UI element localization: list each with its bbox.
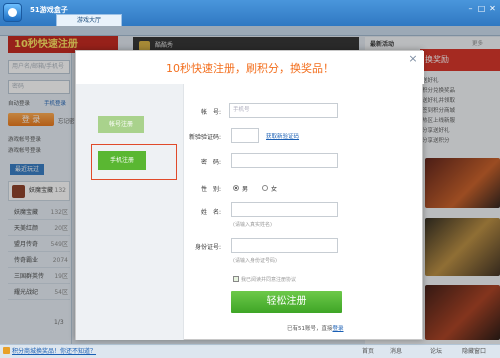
minimize-button[interactable]: – [466,4,475,13]
name-label: 姓 名: [200,209,221,216]
register-dialog: 10秒快速注册，刷积分，换奖品！ × 帐号注册 手机注册 帐 号: 手机号 新验… [75,50,424,340]
name-input[interactable] [231,202,338,217]
status-home[interactable]: 首页 [362,346,374,355]
status-hide-window[interactable]: 隐藏窗口 [462,346,486,355]
gender-label: 性 别: [200,186,221,193]
easy-register-button[interactable]: 轻松注册 [231,291,342,313]
id-hint: (请输入身份证号码) [233,258,277,264]
gender-female-label: 女 [271,186,278,193]
gender-male-radio[interactable] [233,185,239,191]
close-window-button[interactable]: ✕ [488,4,497,13]
phone-register-button[interactable]: 手机注册 [98,151,146,170]
dialog-close-button[interactable]: × [407,53,419,65]
password-input[interactable] [231,153,338,168]
status-messages[interactable]: 消息 [390,346,402,355]
gender-female-radio[interactable] [262,185,268,191]
tab-game-hall[interactable]: 游戏大厅 [56,14,122,26]
get-captcha-link[interactable]: 获取新验证码 [266,132,299,140]
captcha-input[interactable] [231,128,259,143]
id-label: 身份证号: [194,244,221,251]
maximize-button[interactable]: □ [477,4,486,13]
status-forum[interactable]: 论坛 [430,346,442,355]
account-input[interactable]: 手机号 [229,103,338,118]
dialog-login-link[interactable]: 登录 [333,326,344,332]
password-label: 密 码: [200,159,221,166]
name-hint: (请输入真实姓名) [233,222,272,228]
agree-text: 我已阅读并同意注册协议 [241,277,297,283]
id-number-input[interactable] [231,238,338,253]
account-register-button[interactable]: 帐号注册 [98,116,144,133]
gift-icon [3,347,10,354]
app-logo-icon [3,3,22,22]
captcha-label: 新验验证码: [188,134,221,141]
has-account-text: 已有51账号，直接登录 [287,324,344,332]
has-account-label: 已有51账号，直接 [287,326,333,332]
agree-checkbox[interactable] [233,276,239,282]
points-mall-link[interactable]: 积分商城换奖品！你还不知道？ [12,346,96,355]
account-label: 帐 号: [200,109,221,116]
gender-male-label: 男 [242,186,249,193]
dialog-title: 10秒快速注册，刷积分，换奖品！ [166,62,334,75]
